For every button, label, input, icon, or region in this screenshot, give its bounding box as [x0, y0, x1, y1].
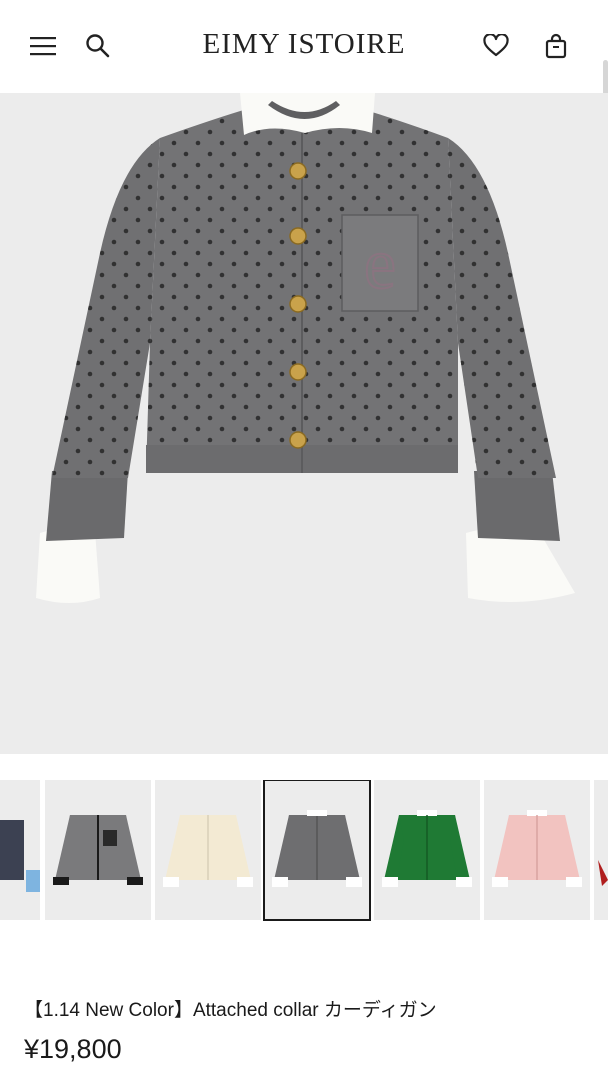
color-thumbnail-carousel[interactable] — [0, 780, 608, 922]
product-main-image[interactable]: e — [0, 93, 608, 754]
thumbnail-6[interactable] — [594, 780, 608, 920]
brand-logo[interactable]: EIMY ISTOIRE — [0, 28, 608, 61]
shopping-bag-icon[interactable] — [538, 28, 574, 64]
site-header: EIMY ISTOIRE — [0, 0, 608, 93]
cardigan-illustration: e — [36, 93, 575, 603]
thumbnail-2[interactable] — [155, 780, 261, 920]
thumbnail-0[interactable] — [0, 780, 40, 920]
thumbnail-4[interactable] — [374, 780, 480, 920]
svg-text:e: e — [364, 224, 396, 304]
thumbnail-3-selected[interactable] — [263, 780, 371, 921]
thumbnail-5[interactable] — [484, 780, 590, 920]
product-price: ¥19,800 — [24, 1034, 122, 1064]
thumbnail-1[interactable] — [45, 780, 151, 920]
heart-icon[interactable] — [478, 28, 514, 64]
product-title: 【1.14 New Color】Attached collar カーディガン — [24, 1000, 437, 1021]
